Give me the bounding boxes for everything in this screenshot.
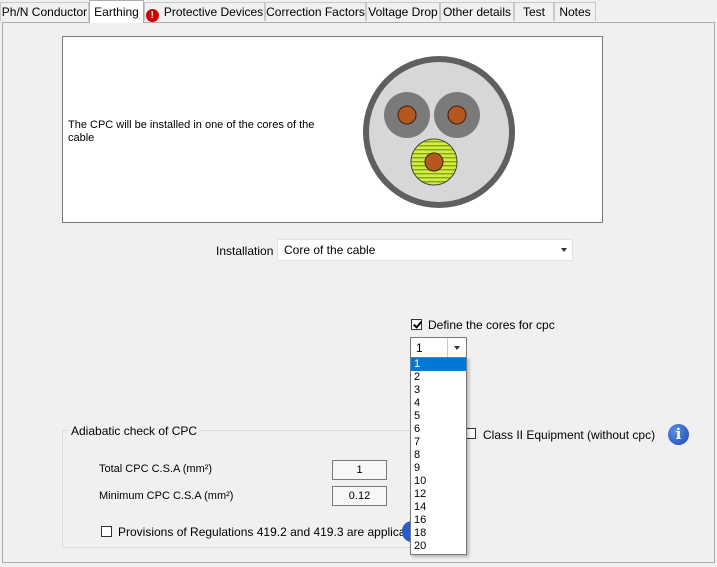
tab-label: Protective Devices [163,5,264,19]
tab-correction-factors[interactable]: Correction Factors [265,2,366,21]
tab-protective-devices[interactable]: ! Protective Devices [144,2,265,22]
total-cpc-label: Total CPC C.S.A (mm²) [99,463,213,475]
tab-notes[interactable]: Notes [554,2,596,21]
minimum-cpc-label: Minimum CPC C.S.A (mm²) [99,490,234,502]
installation-value: Core of the cable [284,243,376,257]
tab-test[interactable]: Test [514,2,554,21]
earth-core-copper [424,152,444,172]
list-item[interactable]: 9 [411,462,466,475]
list-item[interactable]: 12 [411,488,466,501]
list-item[interactable]: 4 [411,397,466,410]
list-item[interactable]: 2 [411,371,466,384]
list-item[interactable]: 18 [411,527,466,540]
tab-label: Other details [442,5,512,19]
define-cores-checkbox[interactable] [411,319,422,330]
class2-label: Class II Equipment (without cpc) [483,428,656,442]
tab-label: Voltage Drop [368,5,438,19]
list-item[interactable]: 16 [411,514,466,527]
define-cores-label: Define the cores for cpc [428,318,555,332]
tab-label: Test [522,5,545,19]
phase-core-2-copper [447,105,467,125]
tab-label: Earthing [94,5,139,19]
chevron-down-icon [561,248,567,252]
list-item[interactable]: 10 [411,475,466,488]
tab-label: Correction Factors [266,5,365,19]
installation-select[interactable]: Core of the cable [277,239,573,261]
list-item[interactable]: 6 [411,423,466,436]
adiabatic-title: Adiabatic check of CPC [68,424,201,438]
total-cpc-value: 1 [332,460,387,480]
cores-dropdown-list: 1 2 3 4 5 6 7 8 9 10 12 14 16 18 20 [410,357,467,555]
chevron-down-icon [454,346,460,350]
tab-voltage-drop[interactable]: Voltage Drop [366,2,440,21]
minimum-cpc-value: 0.12 [332,486,387,506]
list-item[interactable]: 14 [411,501,466,514]
cores-count-select[interactable]: 1 [410,337,467,358]
exclamation-circle-icon: ! [145,9,159,22]
tab-label: Notes [559,5,591,19]
tab-earthing[interactable]: Earthing [89,0,144,23]
list-item[interactable]: 3 [411,384,466,397]
provisions-label: Provisions of Regulations 419.2 and 419.… [118,525,422,539]
installation-label: Installation [216,244,274,258]
list-item[interactable]: 7 [411,436,466,449]
tab-other-details[interactable]: Other details [440,2,514,21]
list-item[interactable]: 8 [411,449,466,462]
list-item[interactable]: 20 [411,540,466,553]
phase-core-1-copper [397,105,417,125]
tab-label: Ph/N Conductor [1,5,88,19]
cable-preview: The CPC will be installed in one of the … [62,36,603,223]
cores-count-value: 1 [416,341,423,355]
cable-cross-section-image [363,56,515,208]
provisions-checkbox[interactable] [101,526,112,537]
preview-description: The CPC will be installed in one of the … [68,119,315,144]
list-item[interactable]: 1 [411,358,466,371]
tab-bar: Ph/N Conductor Earthing ! Protective Devi… [0,0,717,24]
list-item[interactable]: 5 [411,410,466,423]
info-icon[interactable]: i [668,424,689,445]
tab-ph-n-conductor[interactable]: Ph/N Conductor [0,2,89,21]
cores-dropdown-button[interactable] [447,338,466,357]
